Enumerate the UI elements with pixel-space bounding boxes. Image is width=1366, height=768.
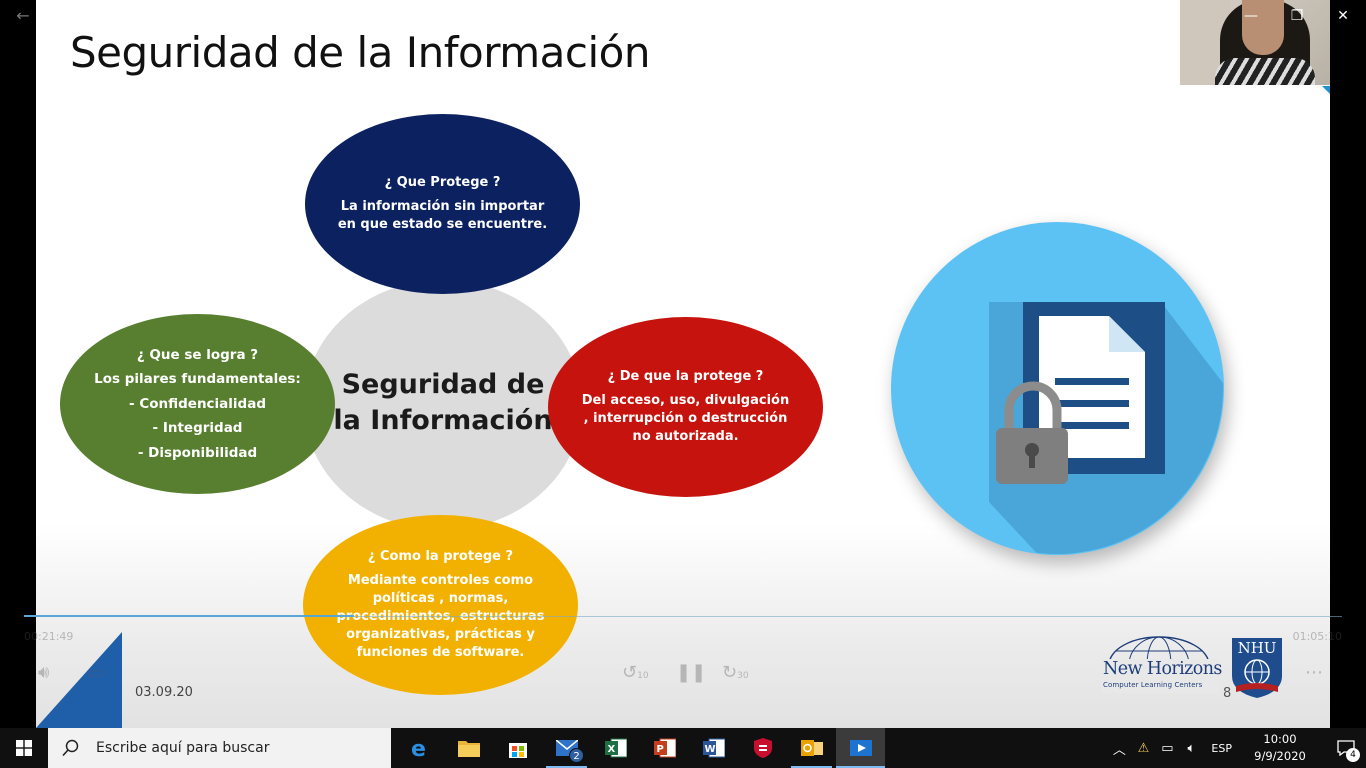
ellipse-question: ¿ Que Protege ? (384, 175, 501, 190)
ellipse-text: Mediante controles como (347, 573, 534, 588)
search-placeholder: Escribe aquí para buscar (96, 740, 270, 756)
ellipse-list-item: - Integridad (152, 420, 243, 437)
more-icon[interactable]: ⋯ (1305, 662, 1323, 683)
mail-icon[interactable]: 2 (542, 728, 591, 768)
logo-subtitle: Computer Learning Centers (1103, 681, 1203, 689)
minimize-button[interactable]: — (1228, 0, 1274, 32)
taskbar-search-input[interactable]: Escribe aquí para buscar (48, 728, 391, 768)
ellipse-text: procedimientos, estructuras (336, 609, 545, 624)
rewind-10-icon[interactable]: ↺10 (622, 662, 649, 683)
warning-icon[interactable]: ⚠ (1131, 741, 1155, 756)
svg-text:P: P (656, 744, 663, 755)
clock-date: 9/9/2020 (1254, 749, 1306, 763)
document-lock-icon (989, 302, 1223, 554)
powerpoint-icon[interactable]: P (640, 728, 689, 768)
slide-date: 03.09.20 (135, 685, 193, 700)
taskbar: Escribe aquí para buscar e 2 X P W ︿ ⚠ ▭… (0, 728, 1366, 768)
ellipse-text: políticas , normas, (372, 591, 509, 606)
ellipse-text: Del acceso, uso, divulgación (581, 393, 790, 408)
center-label: Seguridad de la Información (304, 367, 582, 439)
ellipse-text: , interrupción o destrucción (583, 411, 788, 426)
ellipse-que-protege: ¿ Que Protege ? La información sin impor… (305, 114, 580, 294)
chevron-up-icon[interactable]: ︿ (1107, 739, 1131, 758)
slide: Seguridad de la Información Seguridad de… (36, 0, 1330, 728)
ellipse-de-que-la-protege: ¿ De que la protege ? Del acceso, uso, d… (548, 317, 823, 497)
window-controls: — ❐ ✕ (1228, 0, 1366, 32)
new-horizons-logo: New Horizons (1103, 659, 1222, 679)
ellipse-text: en que estado se encuentre. (337, 217, 548, 232)
restore-button[interactable]: ❐ (1274, 0, 1320, 32)
ellipse-question: ¿ Como la protege ? (367, 549, 514, 564)
video-player-icon[interactable] (836, 728, 885, 768)
corner-decoration (1322, 86, 1330, 94)
ellipse-text: La información sin importar (340, 199, 545, 214)
captions-icon[interactable]: ▭ (88, 662, 105, 683)
battery-icon[interactable]: ▭ (1155, 741, 1179, 756)
ellipse-que-se-logra: ¿ Que se logra ? Los pilares fundamental… (60, 314, 335, 494)
word-icon[interactable]: W (689, 728, 738, 768)
edge-icon[interactable]: e (395, 728, 444, 768)
svg-text:X: X (607, 744, 615, 755)
excel-icon[interactable]: X (591, 728, 640, 768)
system-tray: ︿ ⚠ ▭ 🔈︎ ESP 10:00 9/9/2020 4 (1107, 728, 1366, 768)
ellipse-como-la-protege: ¿ Como la protege ? Mediante controles c… (303, 515, 578, 695)
close-button[interactable]: ✕ (1320, 0, 1366, 32)
forward-30-icon[interactable]: ↻30 (722, 662, 749, 683)
clock-time: 10:00 (1263, 732, 1297, 746)
ellipse-list-item: - Confidencialidad (129, 395, 266, 412)
ellipse-text: Los pilares fundamentales: (94, 371, 301, 388)
mail-badge: 2 (569, 748, 584, 763)
nhu-logo-text: NHU (1237, 639, 1277, 657)
security-shield-icon[interactable] (738, 728, 787, 768)
file-explorer-icon[interactable] (444, 728, 493, 768)
ellipse-text: funciones de software. (356, 645, 525, 660)
ellipse-question: ¿ De que la protege ? (607, 369, 764, 384)
store-icon[interactable] (493, 728, 542, 768)
language-indicator[interactable]: ESP (1211, 742, 1232, 755)
notification-badge: 4 (1346, 748, 1360, 762)
rewind-label: 10 (637, 671, 649, 681)
app-window: ← Seguridad de la Información Seguridad … (0, 0, 1366, 728)
center-label-line1: Seguridad de (341, 369, 545, 400)
slide-title: Seguridad de la Información (70, 28, 650, 77)
back-arrow-icon[interactable]: ← (8, 2, 38, 30)
clock[interactable]: 10:00 9/9/2020 (1244, 731, 1316, 765)
volume-icon[interactable]: 🔊︎ (38, 662, 49, 683)
notification-center-icon[interactable]: 4 (1326, 728, 1366, 768)
forward-label: 30 (737, 671, 749, 681)
volume-icon[interactable]: 🔈︎ (1179, 741, 1203, 756)
svg-text:e: e (411, 737, 426, 759)
outlook-icon[interactable] (787, 728, 836, 768)
ellipse-question: ¿ Que se logra ? (136, 346, 259, 363)
windows-start-icon[interactable] (0, 728, 48, 768)
pause-icon[interactable]: ❚❚ (676, 662, 706, 683)
ellipse-list-item: - Disponibilidad (137, 444, 258, 461)
center-label-line2: la Información (333, 405, 553, 436)
ellipse-text: organizativas, prácticas y (346, 627, 535, 642)
svg-text:W: W (704, 744, 715, 755)
ellipse-text: no autorizada. (632, 429, 739, 444)
search-icon (62, 739, 79, 757)
